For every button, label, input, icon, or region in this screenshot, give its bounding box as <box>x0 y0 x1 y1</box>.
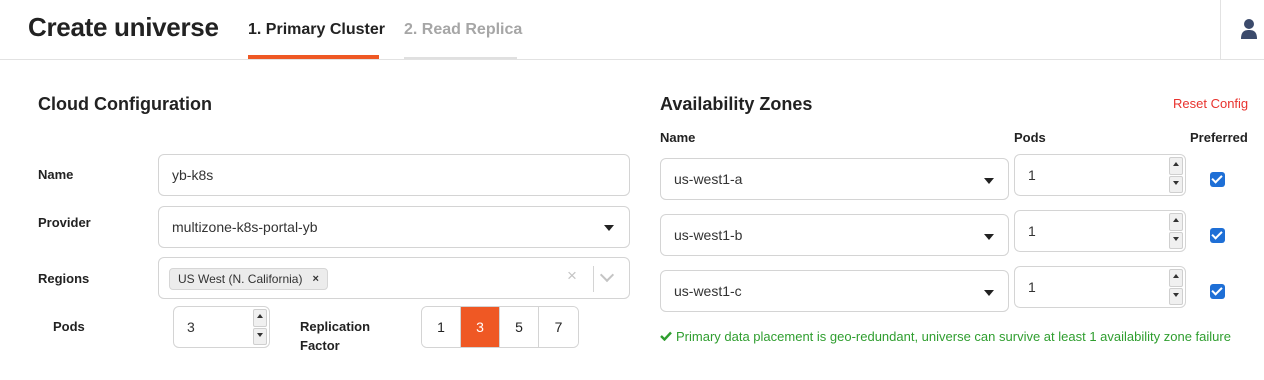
preferred-checkbox[interactable] <box>1210 172 1225 187</box>
active-tab-indicator <box>248 55 379 59</box>
clear-icon[interactable]: × <box>567 266 577 286</box>
caret-down-icon <box>984 178 994 184</box>
increment-button[interactable] <box>1169 269 1183 287</box>
decrement-button[interactable] <box>1169 287 1183 305</box>
zone-select[interactable]: us-west1-c <box>660 270 1009 312</box>
zone-pods-stepper[interactable]: 1 <box>1014 210 1186 252</box>
decrement-button[interactable] <box>253 327 267 345</box>
preferred-checkbox[interactable] <box>1210 228 1225 243</box>
rf-option-3[interactable]: 3 <box>461 307 500 347</box>
chevron-down-icon[interactable] <box>599 267 615 283</box>
rf-option-5[interactable]: 5 <box>500 307 539 347</box>
provider-select[interactable]: multizone-k8s-portal-yb <box>158 206 630 248</box>
regions-multiselect[interactable]: US West (N. California) × × <box>158 257 630 299</box>
name-input-value: yb-k8s <box>172 167 214 183</box>
zone-select[interactable]: us-west1-a <box>660 158 1009 200</box>
column-header-pods: Pods <box>1014 130 1046 145</box>
remove-tag-icon[interactable]: × <box>312 269 318 289</box>
spin-buttons <box>1169 213 1183 249</box>
name-input[interactable]: yb-k8s <box>158 154 630 196</box>
page-title: Create universe <box>28 12 219 42</box>
decrement-button[interactable] <box>1169 175 1183 193</box>
tab-read-replica[interactable]: 2. Read Replica <box>404 21 522 59</box>
caret-down-icon <box>604 225 614 231</box>
top-header: Create universe 1. Primary Cluster 2. Re… <box>0 0 1264 60</box>
tab-primary-cluster[interactable]: 1. Primary Cluster <box>248 21 385 59</box>
zone-pods-value: 1 <box>1028 279 1036 295</box>
select-divider <box>593 266 594 292</box>
zone-select-value: us-west1-a <box>674 171 743 187</box>
preferred-checkbox[interactable] <box>1210 284 1225 299</box>
replication-factor-label: Replication Factor <box>300 319 370 353</box>
regions-label: Regions <box>38 271 90 286</box>
region-tag-label: US West (N. California) <box>178 272 303 286</box>
increment-button[interactable] <box>253 309 267 327</box>
zone-select-value: us-west1-b <box>674 227 743 243</box>
availability-zones-title: Availability Zones <box>660 94 813 114</box>
region-tag: US West (N. California) × <box>169 268 328 290</box>
provider-select-value: multizone-k8s-portal-yb <box>172 219 318 235</box>
decrement-button[interactable] <box>1169 231 1183 249</box>
zone-select-value: us-west1-c <box>674 283 742 299</box>
spin-buttons <box>1169 269 1183 305</box>
caret-down-icon <box>984 290 994 296</box>
spin-buttons <box>1169 157 1183 193</box>
rf-option-7[interactable]: 7 <box>539 307 578 347</box>
replication-factor-label-line2: Factor <box>300 338 340 353</box>
check-icon <box>660 327 672 346</box>
pods-label: Pods <box>53 319 85 334</box>
pods-stepper-value: 3 <box>187 319 195 335</box>
cloud-configuration-title: Cloud Configuration <box>38 94 212 114</box>
zone-pods-stepper[interactable]: 1 <box>1014 154 1186 196</box>
caret-down-icon <box>984 234 994 240</box>
spin-buttons <box>253 309 267 345</box>
column-header-preferred: Preferred <box>1190 130 1248 145</box>
replication-factor-toggle: 1 3 5 7 <box>421 306 579 348</box>
inactive-tab-indicator <box>404 57 517 59</box>
zone-pods-stepper[interactable]: 1 <box>1014 266 1186 308</box>
name-label: Name <box>38 167 74 182</box>
increment-button[interactable] <box>1169 213 1183 231</box>
zone-select[interactable]: us-west1-b <box>660 214 1009 256</box>
replication-factor-label-line1: Replication <box>300 319 371 334</box>
pods-stepper[interactable]: 3 <box>173 306 270 348</box>
rf-option-1[interactable]: 1 <box>422 307 461 347</box>
zone-pods-value: 1 <box>1028 167 1036 183</box>
reset-config-link[interactable]: Reset Config <box>1173 96 1248 111</box>
increment-button[interactable] <box>1169 157 1183 175</box>
zone-pods-value: 1 <box>1028 223 1036 239</box>
column-header-name: Name <box>660 130 696 145</box>
geo-redundancy-status: Primary data placement is geo-redundant,… <box>660 327 1250 346</box>
user-icon[interactable] <box>1240 18 1258 40</box>
header-divider <box>1220 0 1221 60</box>
status-message: Primary data placement is geo-redundant,… <box>676 329 1231 344</box>
provider-label: Provider <box>38 215 91 230</box>
